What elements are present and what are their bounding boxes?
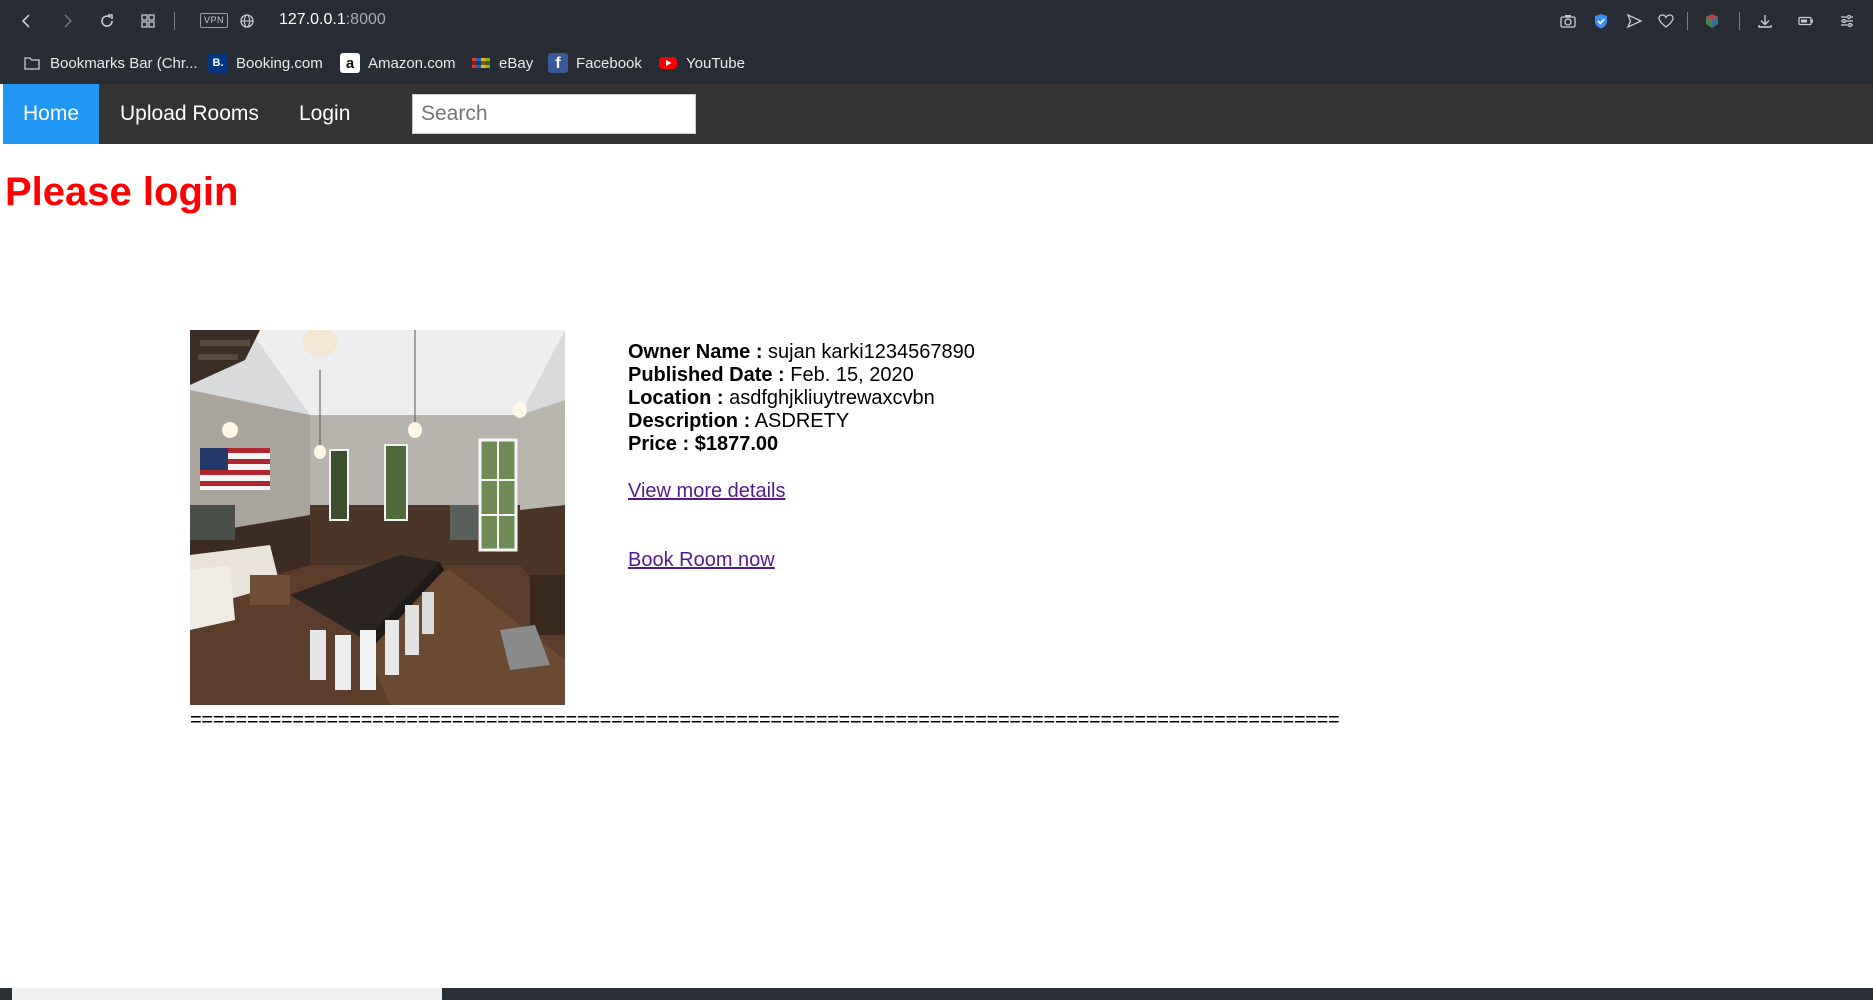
location-value: asdfghjkliuytrewaxcvbn — [729, 387, 935, 409]
bookmark-label: eBay — [499, 54, 534, 72]
back-icon[interactable] — [15, 9, 39, 33]
top-navigation: Home Upload Rooms Login — [3, 84, 1873, 144]
location-label: Location : — [628, 387, 724, 409]
view-more-details-link[interactable]: View more details — [628, 480, 785, 503]
download-icon[interactable] — [1753, 9, 1777, 33]
room-photo-illustration — [190, 330, 565, 705]
room-details: Owner Name : sujan karki1234567890 Publi… — [628, 341, 975, 456]
location-row: Location : asdfghjkliuytrewaxcvbn — [628, 387, 975, 410]
bookmark-label: Bookmarks Bar (Chr... — [50, 54, 198, 72]
youtube-icon — [658, 53, 678, 73]
bookmark-ebay[interactable]: eBay — [471, 52, 533, 74]
amazon-icon: a — [340, 53, 360, 73]
bookmarks-bar: Bookmarks Bar (Chr... B. Booking.com a A… — [0, 42, 1873, 84]
owner-label: Owner Name : — [628, 341, 763, 363]
horizontal-scrollbar[interactable] — [12, 988, 442, 1000]
shield-icon[interactable] — [1589, 9, 1613, 33]
forward-icon[interactable] — [55, 9, 79, 33]
tabs-grid-icon[interactable] — [136, 9, 160, 33]
date-label: Published Date : — [628, 364, 785, 386]
description-row: Description : ASDRETY — [628, 410, 975, 433]
bookmark-amazon[interactable]: a Amazon.com — [340, 52, 456, 74]
address-bar[interactable]: 127.0.0.1:8000 — [279, 11, 386, 29]
separator-line: ========================================… — [190, 709, 1340, 731]
bookmark-label: Amazon.com — [368, 54, 456, 72]
description-label: Description : — [628, 410, 751, 432]
price-row: Price : $1877.00 — [628, 433, 975, 456]
booking-icon: B. — [208, 53, 228, 73]
bookmark-folder[interactable]: Bookmarks Bar (Chr... — [22, 52, 198, 74]
book-room-link[interactable]: Book Room now — [628, 549, 775, 572]
bookmark-label: Facebook — [576, 54, 642, 72]
camera-icon[interactable] — [1556, 9, 1580, 33]
folder-icon — [22, 53, 42, 73]
bookmark-youtube[interactable]: YouTube — [658, 52, 745, 74]
browser-toolbar: VPN 127.0.0.1:8000 — [0, 0, 1873, 42]
date-row: Published Date : Feb. 15, 2020 — [628, 364, 975, 387]
owner-value: sujan karki1234567890 — [768, 341, 975, 363]
nav-home[interactable]: Home — [3, 84, 100, 144]
vpn-button[interactable]: VPN — [200, 13, 229, 28]
url-host: 127.0.0.1 — [279, 11, 346, 28]
toolbar-divider — [1739, 12, 1740, 30]
heart-icon[interactable] — [1654, 9, 1678, 33]
battery-icon[interactable] — [1794, 9, 1818, 33]
room-image[interactable] — [190, 330, 565, 705]
please-login-heading: Please login — [5, 170, 239, 214]
price-label: Price : — [628, 433, 690, 455]
globe-icon[interactable] — [235, 9, 259, 33]
toolbar-divider — [174, 12, 175, 30]
nav-login[interactable]: Login — [279, 84, 370, 144]
description-value: ASDRETY — [754, 410, 850, 432]
bookmark-facebook[interactable]: f Facebook — [548, 52, 642, 74]
ebay-icon — [471, 53, 491, 73]
bookmark-label: YouTube — [686, 54, 745, 72]
facebook-icon: f — [548, 53, 568, 73]
reload-icon[interactable] — [95, 9, 119, 33]
bookmark-label: Booking.com — [236, 54, 323, 72]
nav-upload-rooms[interactable]: Upload Rooms — [100, 84, 279, 144]
settings-sliders-icon[interactable] — [1835, 9, 1859, 33]
browser-chrome: VPN 127.0.0.1:8000 Bookmarks Bar (Chr...… — [0, 0, 1873, 84]
bookmark-booking[interactable]: B. Booking.com — [208, 52, 323, 74]
toolbar-divider — [1687, 12, 1688, 30]
owner-row: Owner Name : sujan karki1234567890 — [628, 341, 975, 364]
price-value: $1877.00 — [694, 433, 779, 455]
search-input[interactable] — [412, 94, 696, 134]
send-icon[interactable] — [1622, 9, 1646, 33]
extension-cube-icon[interactable] — [1700, 9, 1724, 33]
date-value: Feb. 15, 2020 — [790, 364, 914, 386]
page-content: Home Upload Rooms Login Please login — [3, 84, 1873, 988]
url-port: :8000 — [345, 11, 386, 28]
